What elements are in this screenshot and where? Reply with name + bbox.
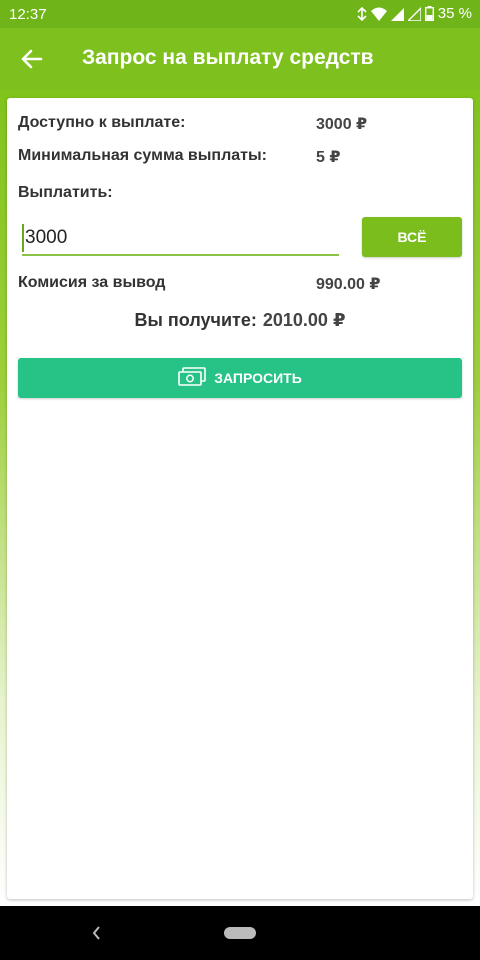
status-bar: 12:37 35 % (0, 0, 480, 28)
status-icons: 35 % (357, 5, 472, 22)
signal-icon (407, 6, 421, 21)
request-button-label: ЗАПРОСИТЬ (214, 370, 302, 386)
data-saver-icon (357, 6, 367, 21)
nav-back-button[interactable] (88, 924, 106, 942)
pay-label: Выплатить: (18, 184, 113, 201)
commission-label: Комисия за вывод (18, 274, 166, 291)
status-time: 12:37 (9, 6, 47, 23)
page-title: Запрос на выплату средств (82, 46, 374, 69)
amount-field[interactable] (22, 224, 342, 256)
wifi-icon (370, 7, 387, 21)
battery-percent: 35 % (437, 5, 472, 22)
amount-input[interactable] (22, 224, 342, 252)
available-value: 3000 ₽ (316, 116, 368, 133)
commission-value: 990.00 ₽ (316, 276, 381, 293)
money-icon (178, 366, 207, 390)
all-button[interactable]: ВСЁ (362, 217, 462, 257)
battery-icon (424, 6, 434, 21)
available-label: Доступно к выплате: (18, 114, 186, 131)
receive-label: Вы получите: (134, 310, 257, 330)
request-button[interactable]: ЗАПРОСИТЬ (18, 358, 462, 398)
payout-card: Доступно к выплате: 3000 ₽ Минимальная с… (7, 98, 473, 899)
chevron-left-icon (88, 926, 106, 946)
nav-home-pill[interactable] (224, 927, 256, 939)
back-button[interactable] (14, 41, 50, 77)
min-amount-value: 5 ₽ (316, 149, 341, 166)
arrow-left-icon (14, 49, 50, 81)
receive-row: Вы получите: 2010.00 ₽ (7, 310, 473, 331)
app-bar: Запрос на выплату средств (0, 28, 480, 90)
signal-icon (390, 7, 404, 21)
receive-value: 2010.00 ₽ (262, 310, 346, 330)
min-amount-label: Минимальная сумма выплаты: (18, 147, 267, 164)
